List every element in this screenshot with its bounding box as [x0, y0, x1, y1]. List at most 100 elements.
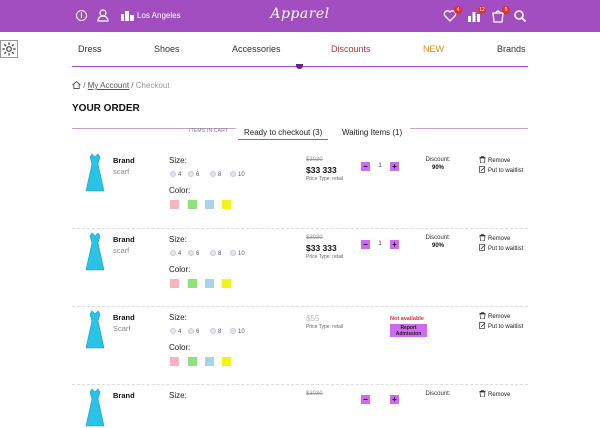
- nav-new[interactable]: NEW: [423, 44, 444, 54]
- nav-dress[interactable]: Dress: [78, 44, 102, 54]
- main-nav: Dress Shoes Accessories Discounts NEW Br…: [72, 44, 528, 58]
- product-image[interactable]: [84, 232, 106, 272]
- price: $55: [306, 314, 320, 323]
- color-swatch-green[interactable]: [188, 200, 197, 209]
- color-swatch-blue[interactable]: [205, 357, 214, 366]
- product-image[interactable]: [84, 388, 106, 428]
- nav-shoes[interactable]: Shoes: [154, 44, 180, 54]
- product-brand[interactable]: Brand: [113, 235, 135, 244]
- settings-gear-icon[interactable]: [0, 40, 18, 58]
- color-swatch-green[interactable]: [188, 279, 197, 288]
- product-image[interactable]: [84, 153, 106, 193]
- color-swatch-green[interactable]: [188, 357, 197, 366]
- qty-minus-button[interactable]: −: [361, 162, 370, 171]
- remove-button[interactable]: Remove: [479, 312, 510, 320]
- size-option[interactable]: 6: [188, 328, 199, 335]
- home-icon[interactable]: [72, 81, 81, 89]
- nav-accessories[interactable]: Accessories: [232, 44, 281, 54]
- size-option[interactable]: 4: [170, 250, 181, 257]
- cart-badge: 5: [502, 6, 510, 14]
- color-swatch-blue[interactable]: [205, 279, 214, 288]
- report-admission-button[interactable]: Report Admission: [390, 324, 427, 337]
- color-swatch-pink[interactable]: [170, 200, 179, 209]
- tab-waiting-items[interactable]: Waiting Items (1): [342, 128, 402, 137]
- discount-label: Discount:: [425, 157, 451, 163]
- qty-value[interactable]: 1: [374, 241, 386, 247]
- price-type: Price Type: retail: [306, 254, 344, 260]
- remove-button[interactable]: Remove: [479, 390, 510, 398]
- product-type: Scarf: [113, 324, 131, 333]
- breadcrumb: / My Account / Checkout: [72, 81, 170, 90]
- old-price: $3030: [306, 157, 323, 163]
- tabs-divider-right: [410, 128, 528, 129]
- color-swatch-blue[interactable]: [205, 200, 214, 209]
- color-swatch-yellow[interactable]: [222, 279, 231, 288]
- color-label: Color:: [169, 343, 191, 352]
- qty-value[interactable]: 1: [374, 163, 386, 169]
- discount-label: Discount:: [425, 391, 451, 397]
- size-option[interactable]: 6: [188, 250, 199, 257]
- price: $33 333: [306, 165, 337, 175]
- row-divider: [72, 228, 528, 229]
- size-label: Size:: [169, 391, 187, 400]
- color-label: Color:: [169, 265, 191, 274]
- size-option[interactable]: 8: [210, 250, 221, 257]
- product-brand[interactable]: Brand: [113, 156, 135, 165]
- size-option[interactable]: 10: [230, 250, 245, 257]
- price: $33 333: [306, 243, 337, 253]
- breadcrumb-my-account[interactable]: My Account: [88, 81, 129, 90]
- product-image[interactable]: [84, 310, 106, 350]
- top-bar: i Los Angeles Apparel 4 12 5: [0, 0, 600, 32]
- old-price: $3030: [306, 391, 323, 397]
- logo[interactable]: Apparel: [0, 6, 600, 22]
- size-option[interactable]: 10: [230, 328, 245, 335]
- size-label: Size:: [169, 156, 187, 165]
- product-brand[interactable]: Brand: [113, 313, 135, 322]
- edit-icon: [479, 166, 486, 173]
- edit-icon: [479, 244, 486, 251]
- color-swatch-pink[interactable]: [170, 357, 179, 366]
- size-label: Size:: [169, 235, 187, 244]
- nav-discounts[interactable]: Discounts: [331, 44, 371, 54]
- size-option[interactable]: 4: [170, 328, 181, 335]
- product-type: scarf: [113, 167, 130, 176]
- nav-brands[interactable]: Brands: [497, 44, 526, 54]
- size-option[interactable]: 10: [230, 171, 245, 178]
- nav-indicator: [296, 64, 303, 69]
- wishlist-badge: 4: [454, 6, 462, 14]
- size-option[interactable]: 8: [210, 328, 221, 335]
- compare-badge: 12: [478, 6, 486, 14]
- wishlist-icon[interactable]: 4: [443, 6, 462, 23]
- remove-button[interactable]: Remove: [479, 156, 510, 164]
- edit-icon: [479, 322, 486, 329]
- tab-ready-to-checkout[interactable]: Ready to checkout (3): [238, 128, 329, 140]
- not-available-label: Not available: [390, 316, 424, 322]
- product-type: scarf: [113, 246, 130, 255]
- compare-icon[interactable]: 12: [467, 6, 486, 23]
- page-title: YOUR ORDER: [72, 103, 140, 114]
- price-type: Price Type: retail: [306, 176, 344, 182]
- waitlist-button[interactable]: Put to waitlist: [479, 322, 523, 330]
- breadcrumb-current: Checkout: [135, 81, 170, 90]
- waitlist-button[interactable]: Put to waitlist: [479, 166, 523, 174]
- size-option[interactable]: 6: [188, 171, 199, 178]
- size-option[interactable]: 4: [170, 171, 181, 178]
- trash-icon: [479, 156, 486, 163]
- remove-button[interactable]: Remove: [479, 234, 510, 242]
- trash-icon: [479, 390, 486, 397]
- product-brand[interactable]: Brand: [113, 391, 135, 400]
- trash-icon: [479, 234, 486, 241]
- color-swatch-yellow[interactable]: [222, 200, 231, 209]
- discount-label: Discount:: [425, 235, 451, 241]
- size-option[interactable]: 8: [210, 171, 221, 178]
- qty-minus-button[interactable]: −: [361, 240, 370, 249]
- cart-icon[interactable]: 5: [491, 6, 510, 23]
- color-swatch-yellow[interactable]: [222, 357, 231, 366]
- color-swatch-pink[interactable]: [170, 279, 179, 288]
- discount-value: 90%: [431, 243, 444, 249]
- waitlist-button[interactable]: Put to waitlist: [479, 244, 523, 252]
- qty-plus-button[interactable]: +: [390, 162, 399, 171]
- old-price: $3030: [306, 235, 323, 241]
- search-icon[interactable]: [513, 9, 527, 23]
- qty-plus-button[interactable]: +: [390, 240, 399, 249]
